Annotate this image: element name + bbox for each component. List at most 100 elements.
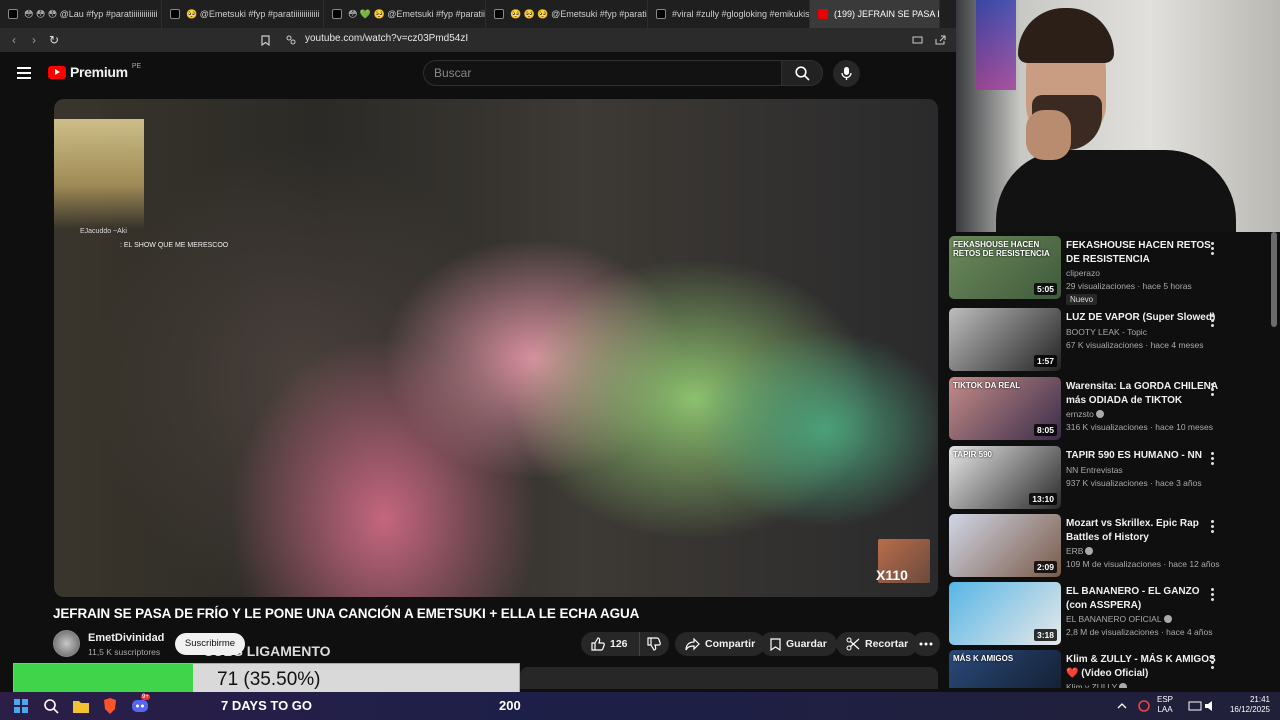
windows-start-icon[interactable] <box>12 697 30 715</box>
more-horizontal-icon <box>919 642 933 646</box>
region-code: PE <box>131 62 142 70</box>
recommended-channel-name[interactable]: BOOTY LEAK - Topic <box>1066 327 1147 337</box>
taskbar-search-icon[interactable] <box>42 697 60 715</box>
browser-tab[interactable]: 🥺 🥺 🥺 @Emetsuki #fyp #paratii <box>486 0 648 28</box>
subscriber-count: 11,5 K suscriptores <box>88 647 161 657</box>
bookmark-icon[interactable] <box>255 30 275 50</box>
cast-icon[interactable] <box>907 30 927 50</box>
video-thumbnail[interactable]: TIKTOK DA REAL 8:05 <box>949 377 1061 440</box>
tray-app-icon[interactable] <box>1135 697 1153 715</box>
recommended-video[interactable]: TIKTOK DA REAL 8:05 Warensita: La GORDA CH… <box>949 377 1269 441</box>
more-vertical-icon[interactable] <box>1207 588 1217 602</box>
recommended-video-title[interactable]: Klim & ZULLY - MÁS K AMIGOS ❤️ (Video Of… <box>1066 653 1221 680</box>
video-thumbnail[interactable]: 2:09 <box>949 514 1061 577</box>
wall-art <box>976 0 1016 90</box>
channel-avatar[interactable] <box>53 630 80 657</box>
webcam-streamer-hair <box>1018 8 1114 63</box>
forward-icon[interactable]: › <box>24 30 44 50</box>
recommended-channel-name[interactable]: Klim y ZULLY <box>1066 682 1128 688</box>
recommended-video-title[interactable]: LUZ DE VAPOR (Super Slowed) <box>1066 311 1221 325</box>
video-thumbnail[interactable]: FEKASHOUSE HACEN RETOS DE RESISTENCIA 5:0… <box>949 236 1061 299</box>
url-text[interactable]: youtube.com/watch?v=cz03Pmd54zI <box>305 33 468 44</box>
video-thumbnail[interactable]: TAPIR 590 13:10 <box>949 446 1061 509</box>
video-duration: 13:10 <box>1029 493 1057 505</box>
browser-tab[interactable]: 😳 😳 😳 @Lau #fyp #paratiiiiiiiiiiiii <box>0 0 162 28</box>
browser-tab[interactable]: #viral #zully #glogloking #emikukis <box>648 0 810 28</box>
more-vertical-icon[interactable] <box>1207 242 1217 256</box>
address-bar: ‹ › ↻ youtube.com/watch?v=cz03Pmd54zI <box>0 28 956 52</box>
video-thumbnail[interactable]: 1:57 <box>949 308 1061 371</box>
share-icon <box>685 637 700 650</box>
video-thumbnail[interactable]: 3:18 <box>949 582 1061 645</box>
dislike-button[interactable] <box>639 632 669 656</box>
more-actions-button[interactable] <box>912 632 940 656</box>
recommendations-sidebar: FEKASHOUSE HACEN RETOS DE RESISTENCIA 5:0… <box>949 232 1280 688</box>
recommended-channel-name[interactable]: EL BANANERO OFICIAL <box>1066 614 1172 624</box>
share-page-icon[interactable] <box>930 30 950 50</box>
subscribe-button[interactable]: Suscribirme <box>175 633 245 655</box>
hamburger-menu-icon[interactable] <box>17 67 31 79</box>
save-button[interactable]: Guardar <box>760 632 837 656</box>
reload-icon[interactable]: ↻ <box>44 30 64 50</box>
recommended-video[interactable]: 1:57 LUZ DE VAPOR (Super Slowed) BOOTY LEA… <box>949 308 1269 372</box>
recommended-video-meta: 937 K visualizaciones · hace 3 años <box>1066 477 1202 488</box>
webcam-streamer-shirt <box>996 150 1236 232</box>
browser-tab[interactable]: 🥺 @Emetsuki #fyp #paratiiiiiiiiiiiii <box>162 0 324 28</box>
youtube-premium-logo[interactable]: Premium PE <box>48 62 142 80</box>
voice-search-button[interactable] <box>833 60 860 87</box>
scissors-icon <box>846 637 860 651</box>
file-explorer-icon[interactable] <box>72 697 90 715</box>
recommended-video-meta: 29 visualizaciones · hace 5 horas <box>1066 281 1192 291</box>
video-player[interactable]: EJacuddo ~Aki : EL SHOW QUE ME MERESCOO … <box>54 99 938 597</box>
channel-name-text: EL BANANERO OFICIAL <box>1066 614 1162 624</box>
recommended-video-title[interactable]: EL BANANERO - EL GANZO (con ASSPERA) <box>1066 585 1221 612</box>
channel-name[interactable]: EmetDivinidad <box>88 632 164 644</box>
browser-tab-label: 😳 😳 😳 @Lau #fyp #paratiiiiiiiiiiiii <box>24 8 158 19</box>
thumbnail-text: TIKTOK DA REAL <box>953 381 1021 390</box>
channel-name-text: Klim y ZULLY <box>1066 682 1118 688</box>
recommended-video[interactable]: FEKASHOUSE HACEN RETOS DE RESISTENCIA 5:0… <box>949 236 1269 305</box>
more-vertical-icon[interactable] <box>1207 383 1217 397</box>
channel-name-text: BOOTY LEAK - Topic <box>1066 326 1147 337</box>
video-thumbnail[interactable]: MÁS K AMIGOS <box>949 650 1061 688</box>
recommended-video-title[interactable]: FEKASHOUSE HACEN RETOS DE RESISTENCIA <box>1066 239 1221 266</box>
brave-browser-icon[interactable] <box>101 697 119 715</box>
sub-goal-progress-fill <box>14 664 194 693</box>
back-icon[interactable]: ‹ <box>4 30 24 50</box>
video-duration: 8:05 <box>1033 424 1057 436</box>
browser-tab[interactable]: (199) JEFRAIN SE PASA DE F <box>810 0 940 28</box>
share-button[interactable]: Compartir <box>675 632 766 656</box>
video-overlay-chat-message: : EL SHOW QUE ME MERESCOO <box>120 242 229 249</box>
recommended-channel-name[interactable]: ernzsto <box>1066 409 1104 419</box>
video-duration: 3:18 <box>1033 629 1057 641</box>
recommended-video-title[interactable]: TAPIR 590 ES HUMANO - NN <box>1066 449 1221 463</box>
recommended-video-title[interactable]: Warensita: La GORDA CHILENA más ODIADA d… <box>1066 380 1221 407</box>
search-input[interactable]: Buscar <box>423 60 782 86</box>
tray-overflow-icon[interactable] <box>1113 697 1131 715</box>
recommended-video[interactable]: 3:18 EL BANANERO - EL GANZO (con ASSPERA)… <box>949 582 1269 646</box>
site-info-icon[interactable] <box>281 30 301 50</box>
recommended-video[interactable]: 2:09 Mozart vs Skrillex. Epic Rap Battles… <box>949 514 1269 578</box>
more-vertical-icon[interactable] <box>1207 314 1217 328</box>
description-box[interactable] <box>520 667 938 689</box>
sidebar-scrollbar[interactable] <box>1271 232 1277 327</box>
more-vertical-icon[interactable] <box>1207 452 1217 466</box>
volume-icon[interactable] <box>1202 697 1220 715</box>
recommended-video-meta: 316 K visualizaciones · hace 10 meses <box>1066 422 1213 432</box>
discord-icon[interactable]: 9+ <box>131 694 150 715</box>
recommended-channel-name[interactable]: cliperazo <box>1066 268 1100 278</box>
sub-goal-progress-text: 71 (35.50%) <box>217 669 321 690</box>
language-indicator[interactable]: ESP LAA <box>1157 695 1173 715</box>
search-button[interactable] <box>781 60 823 86</box>
clock[interactable]: 21:41 16/12/2025 <box>1222 695 1270 715</box>
like-button[interactable]: 126 <box>581 632 639 656</box>
browser-tab[interactable]: 😳 💚 🥺 @Emetsuki #fyp #paratiiii <box>324 0 486 28</box>
recommended-video-title[interactable]: Mozart vs Skrillex. Epic Rap Battles of … <box>1066 517 1221 544</box>
recommended-channel-name[interactable]: ERB <box>1066 546 1094 556</box>
recommended-video[interactable]: MÁS K AMIGOS Klim & ZULLY - MÁS K AMIGOS … <box>949 650 1269 688</box>
recommended-video[interactable]: TAPIR 590 13:10 TAPIR 590 ES HUMANO - NN NN… <box>949 446 1269 510</box>
clip-button[interactable]: Recortar <box>836 632 919 656</box>
more-vertical-icon[interactable] <box>1207 520 1217 534</box>
recommended-channel-name[interactable]: NN Entrevistas <box>1066 465 1123 475</box>
more-vertical-icon[interactable] <box>1207 656 1217 670</box>
